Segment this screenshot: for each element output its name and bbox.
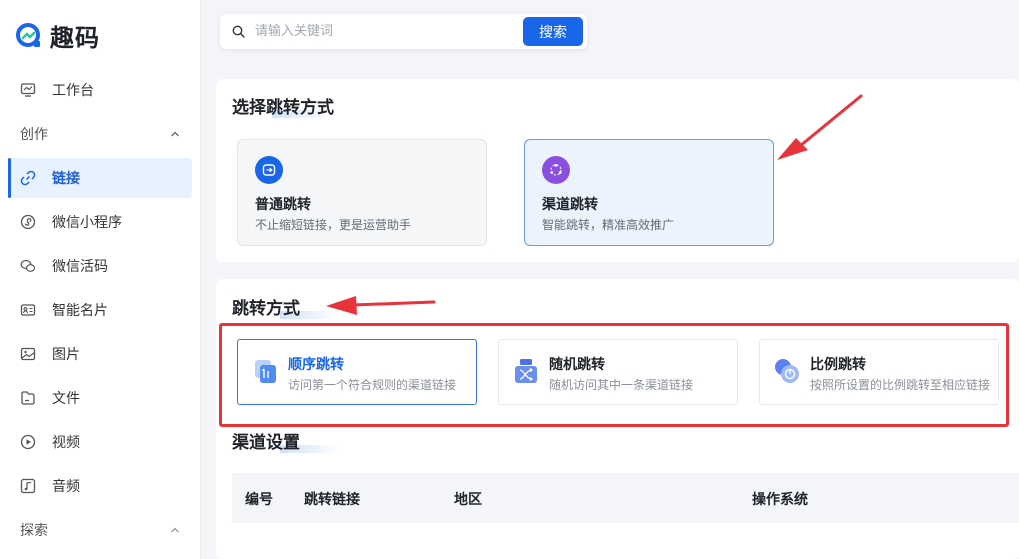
section-title-jump-mode: 跳转方式: [232, 294, 340, 319]
sidebar-item-label: 链接: [52, 171, 80, 187]
chevron-up-icon: [171, 131, 179, 137]
mode-title: 顺序跳转: [288, 357, 344, 373]
logo-icon: [16, 22, 40, 47]
shuffle-icon: [515, 359, 537, 383]
card-icon: [20, 302, 36, 318]
image-icon: [20, 346, 36, 362]
search-icon: [232, 25, 245, 38]
audio-icon: [20, 478, 36, 494]
option-title: 渠道跳转: [542, 197, 598, 213]
sidebar-item-label: 微信小程序: [52, 215, 122, 231]
mode-desc: 按照所设置的比例跳转至相应链接: [810, 378, 991, 392]
section-title-channel-settings: 渠道设置: [232, 428, 340, 453]
sidebar-item-label: 音频: [52, 479, 80, 495]
file-icon: [20, 390, 36, 406]
option-channel-jump[interactable]: 渠道跳转 智能跳转，精准高效推广: [524, 139, 774, 246]
mode-desc: 随机访问其中一条渠道链接: [549, 378, 694, 392]
sidebar-item-link[interactable]: 链接: [8, 158, 192, 198]
mode-ratio[interactable]: 比例跳转 按照所设置的比例跳转至相应链接: [759, 339, 999, 405]
search-button[interactable]: 搜索: [523, 17, 583, 46]
app-name: 趣码: [50, 24, 100, 52]
column-header: 编号: [245, 492, 273, 508]
sidebar-item-video[interactable]: 视频: [8, 422, 192, 462]
sidebar-item-wechat-code[interactable]: 微信活码: [8, 246, 192, 286]
option-title: 普通跳转: [255, 197, 311, 213]
sidebar-item-audio[interactable]: 音频: [8, 466, 192, 506]
mode-title: 随机跳转: [549, 357, 605, 373]
sidebar-item-workbench[interactable]: 工作台: [8, 70, 192, 110]
mode-desc: 访问第一个符合规则的渠道链接: [288, 378, 457, 392]
sidebar-item-label: 文件: [52, 391, 80, 407]
sidebar-group-explore[interactable]: 探索: [20, 516, 180, 544]
logo[interactable]: 趣码: [16, 18, 100, 53]
monitor-icon: [20, 82, 36, 98]
wechat-icon: [20, 258, 36, 274]
sidebar-group-create[interactable]: 创作: [20, 120, 180, 148]
section-title-jump-type: 选择跳转方式: [232, 98, 334, 118]
sidebar-item-business-card[interactable]: 智能名片: [8, 290, 192, 330]
mode-title: 比例跳转: [810, 357, 866, 373]
search-bar: 搜索: [220, 14, 587, 49]
link-icon: [20, 170, 36, 186]
column-header: 操作系统: [752, 492, 808, 508]
sidebar-item-file[interactable]: 文件: [8, 378, 192, 418]
video-icon: [20, 434, 36, 450]
jump-type-card: 选择跳转方式 普通跳转 不止缩短链接，更是运营助手 渠道跳转 智能跳转，精准高效…: [216, 79, 1019, 262]
sidebar-group-label: 探索: [20, 523, 48, 539]
column-header: 地区: [454, 492, 482, 508]
sidebar-item-label: 微信活码: [52, 259, 108, 275]
redirect-icon: [255, 156, 283, 184]
option-desc: 智能跳转，精准高效推广: [542, 218, 675, 232]
sidebar-item-label: 工作台: [52, 83, 94, 99]
miniprogram-icon: [20, 214, 36, 230]
column-header: 跳转链接: [304, 492, 360, 508]
chevron-up-icon: [171, 527, 179, 533]
sequence-icon: [255, 360, 276, 383]
ratio-icon: [775, 359, 799, 383]
sidebar-item-label: 智能名片: [52, 303, 108, 319]
sidebar-item-image[interactable]: 图片: [8, 334, 192, 374]
mode-sequential[interactable]: 顺序跳转 访问第一个符合规则的渠道链接: [237, 339, 477, 405]
sidebar-item-label: 图片: [52, 347, 80, 363]
search-input[interactable]: [255, 24, 505, 39]
sidebar-group-label: 创作: [20, 127, 48, 143]
option-desc: 不止缩短链接，更是运营助手: [255, 218, 412, 232]
sidebar: 趣码 工作台 创作 链接 微信小程序 微信活码 智能名片 图片 文件 视频 音频…: [0, 0, 201, 559]
channel-icon: [542, 156, 570, 184]
option-normal-jump[interactable]: 普通跳转 不止缩短链接，更是运营助手: [237, 139, 487, 246]
sidebar-item-miniprogram[interactable]: 微信小程序: [8, 202, 192, 242]
sidebar-item-label: 视频: [52, 435, 80, 451]
channel-table-header: 编号 跳转链接 地区 操作系统: [232, 473, 1019, 523]
mode-random[interactable]: 随机跳转 随机访问其中一条渠道链接: [498, 339, 738, 405]
